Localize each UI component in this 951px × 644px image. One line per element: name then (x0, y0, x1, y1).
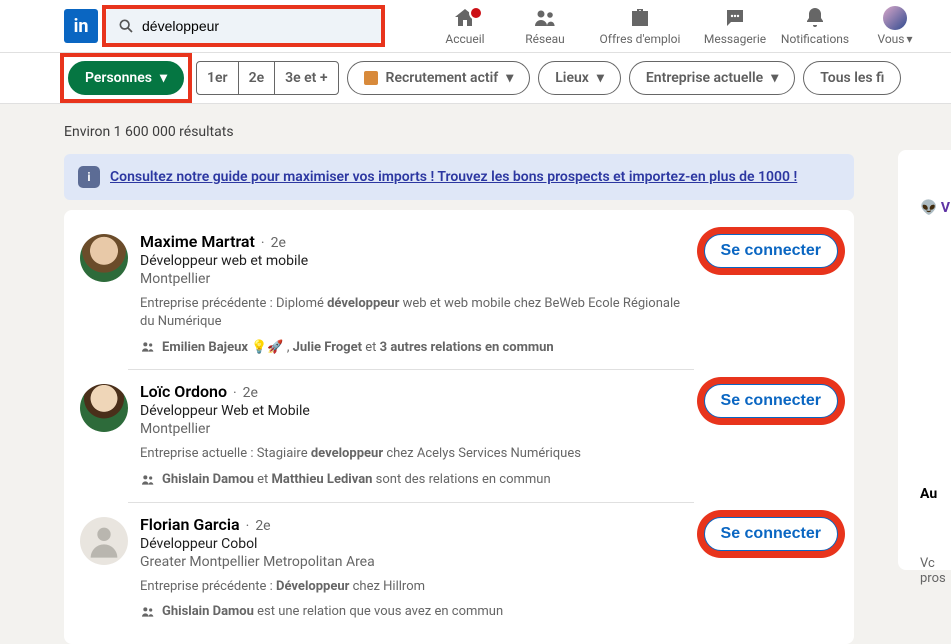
message-icon (723, 6, 747, 30)
connections-icon (140, 604, 156, 620)
connections-icon (140, 339, 156, 355)
filter-locations[interactable]: Lieux ▾ (538, 61, 621, 95)
chevron-down-icon: ▾ (771, 70, 778, 86)
result-location: Montpellier (140, 421, 694, 437)
mutual-insights: Ghislain Damou est une relation que vous… (140, 604, 694, 620)
recruit-badge-icon (364, 71, 378, 85)
degree-3rd-plus[interactable]: 3e et + (275, 62, 337, 94)
mutual-insights: Ghislain Damou et Matthieu Ledivan sont … (140, 472, 694, 488)
chevron-down-icon: ▾ (597, 70, 604, 86)
filter-label: Personnes (85, 70, 152, 86)
result-title: Développeur Web et Mobile (140, 403, 694, 419)
global-nav: in Accueil Réseau Offres d'emploi Messag… (0, 0, 951, 52)
nav-jobs[interactable]: Offres d'emploi (585, 6, 695, 46)
nav-messaging[interactable]: Messagerie (695, 6, 775, 46)
nav-label: Vous (877, 32, 904, 46)
chevron-down-icon: ▾ (160, 70, 167, 86)
result-item: Florian Garcia · 2e Développeur Cobol Gr… (64, 503, 854, 634)
nav-notifications[interactable]: Notifications (775, 6, 855, 46)
filter-connection-degree[interactable]: 1er 2e 3e et + (196, 61, 339, 95)
notification-dot (469, 6, 483, 20)
mutual-insights: Emilien Bajeux 💡🚀 , Julie Froget et 3 au… (140, 339, 694, 355)
nav-label: Messagerie (704, 32, 766, 46)
avatar[interactable] (80, 517, 128, 565)
search-input[interactable] (106, 9, 381, 43)
search-icon (118, 18, 134, 34)
result-snippet: Entreprise précédente : Diplomé développ… (140, 295, 694, 331)
result-location: Greater Montpellier Metropolitan Area (140, 554, 694, 570)
chevron-down-icon: ▾ (506, 70, 513, 86)
connect-button[interactable]: Se connecter (704, 384, 838, 418)
briefcase-icon (628, 6, 652, 30)
result-name[interactable]: Maxime Martrat (140, 232, 255, 251)
result-item: Loïc Ordono · 2e Développeur Web et Mobi… (64, 370, 854, 502)
filter-people[interactable]: Personnes ▾ (68, 61, 184, 95)
sidebar-heading: Au (920, 486, 951, 502)
sidebar-card-peek: 👽 V Au Vc pros (898, 150, 951, 570)
nav-home[interactable]: Accueil (425, 6, 505, 46)
filter-actively-recruiting[interactable]: Recrutement actif ▾ (347, 61, 531, 95)
nav-label: Accueil (445, 32, 484, 46)
nav-label: Notifications (781, 32, 849, 46)
connection-degree: 2e (255, 518, 270, 534)
filter-bar: Personnes ▾ 1er 2e 3e et + Recrutement a… (0, 52, 951, 104)
sidebar-text: Vc pros (920, 556, 951, 586)
result-title: Développeur Cobol (140, 536, 694, 552)
nav-label: Offres d'emploi (600, 32, 681, 46)
guide-banner[interactable]: i Consultez notre guide pour maximiser v… (64, 154, 854, 200)
result-name[interactable]: Loïc Ordono (140, 382, 227, 401)
connect-button[interactable]: Se connecter (704, 517, 838, 551)
result-item: Maxime Martrat · 2e Développeur web et m… (64, 220, 854, 370)
avatar[interactable] (80, 234, 128, 282)
nav-me[interactable]: Vous▾ (855, 6, 935, 46)
guide-link[interactable]: Consultez notre guide pour maximiser vos… (110, 169, 797, 185)
content-area: Environ 1 600 000 résultats i Consultez … (0, 104, 951, 644)
filter-label: Lieux (555, 70, 589, 86)
bell-icon (803, 6, 827, 30)
info-icon: i (78, 166, 100, 188)
people-icon (533, 6, 557, 30)
connect-button[interactable]: Se connecter (704, 234, 838, 268)
degree-1st[interactable]: 1er (197, 62, 239, 94)
filter-label: Tous les fi (820, 70, 884, 86)
filter-label: Recrutement actif (386, 70, 499, 86)
linkedin-logo[interactable]: in (64, 9, 98, 43)
sidebar-badge: 👽 V (920, 200, 951, 216)
connection-degree: 2e (243, 385, 258, 401)
avatar (883, 6, 907, 30)
result-snippet: Entreprise actuelle : Stagiaire developp… (140, 445, 694, 463)
avatar[interactable] (80, 384, 128, 432)
filter-all-filters[interactable]: Tous les fi (803, 61, 901, 95)
connections-icon (140, 472, 156, 488)
search-box[interactable] (106, 9, 381, 43)
nav-label: Réseau (525, 32, 564, 46)
filter-current-company[interactable]: Entreprise actuelle ▾ (629, 61, 795, 95)
results-list: Maxime Martrat · 2e Développeur web et m… (64, 210, 854, 644)
nav-network[interactable]: Réseau (505, 6, 585, 46)
home-icon (453, 6, 477, 30)
result-name[interactable]: Florian Garcia (140, 515, 240, 534)
result-title: Développeur web et mobile (140, 253, 694, 269)
filter-label: Entreprise actuelle (646, 70, 763, 86)
result-location: Montpellier (140, 271, 694, 287)
degree-2nd[interactable]: 2e (239, 62, 276, 94)
chevron-down-icon: ▾ (907, 32, 913, 46)
results-summary: Environ 1 600 000 résultats (64, 124, 854, 140)
connection-degree: 2e (271, 235, 286, 251)
result-snippet: Entreprise précédente : Développeur chez… (140, 578, 694, 596)
